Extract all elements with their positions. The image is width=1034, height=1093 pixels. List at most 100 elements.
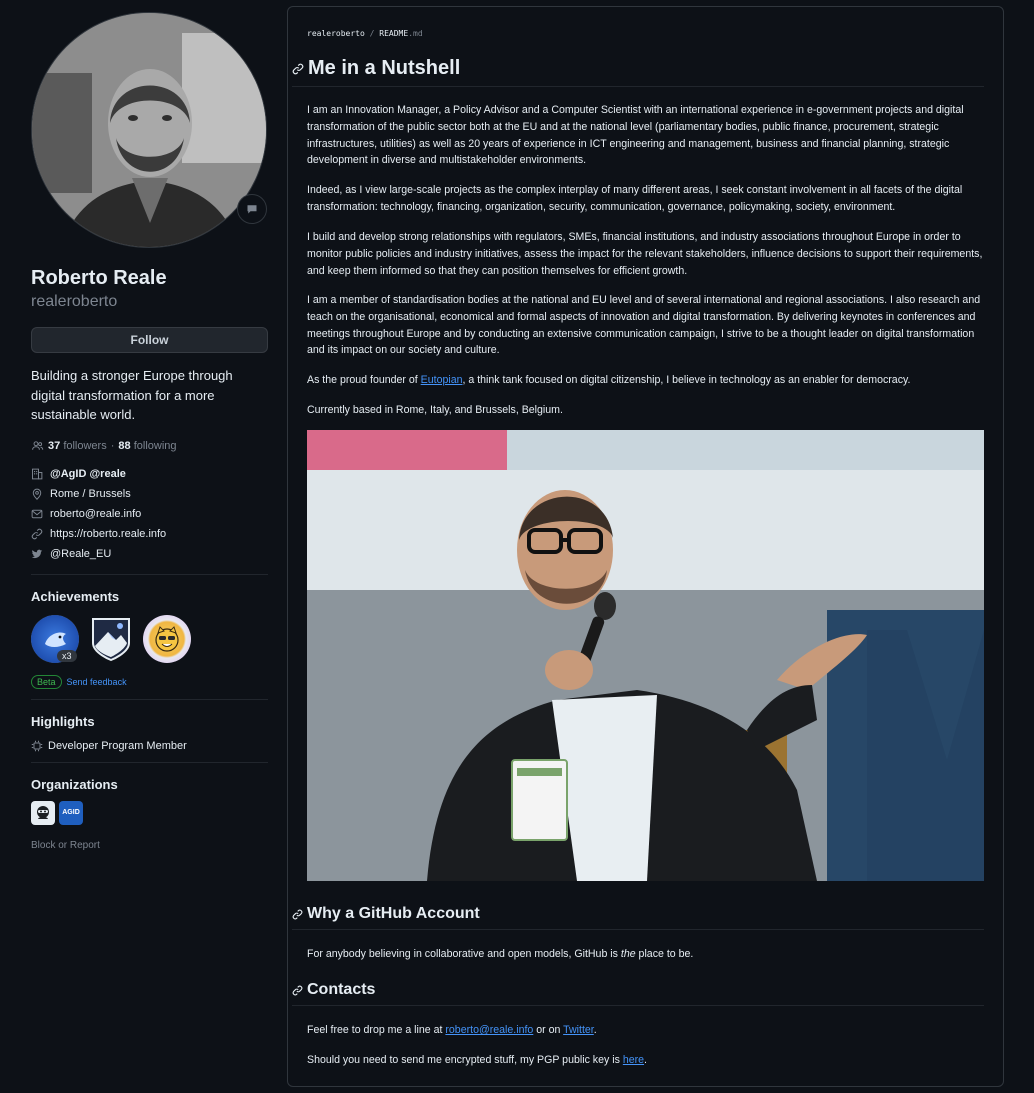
avatar-photo — [32, 13, 266, 247]
anchor-link-icon[interactable] — [292, 985, 303, 996]
people-icon — [32, 440, 44, 450]
heading-text: Why a GitHub Account — [307, 905, 480, 922]
paragraph-interplay: Indeed, as I view large-scale projects a… — [307, 184, 963, 213]
section-github: Why a GitHub Account — [292, 905, 984, 930]
following-count: 88 — [118, 439, 131, 452]
github-text-after: place to be. — [635, 948, 694, 960]
speech-bubble-icon — [247, 205, 257, 214]
github-text-emphasis: the — [620, 948, 636, 960]
breadcrumb-user[interactable]: realeroberto — [307, 29, 365, 38]
profile-login: realeroberto — [31, 293, 118, 310]
highlight-label: Developer Program Member — [48, 739, 187, 752]
mountain-shield-icon — [92, 617, 130, 661]
pull-shark-badge[interactable]: x3 — [31, 614, 79, 663]
beta-row: Beta Send feedback — [31, 674, 268, 689]
profile-sidebar: Roberto Reale realeroberto Follow Buildi… — [31, 12, 268, 851]
follow-button[interactable]: Follow — [31, 327, 268, 353]
email-row: roberto@reale.info — [31, 504, 268, 524]
highlight-item: Developer Program Member — [31, 740, 268, 752]
breadcrumb-file[interactable]: README — [379, 29, 408, 38]
yolo-badge[interactable] — [143, 614, 191, 663]
heading-text: Me in a Nutshell — [308, 57, 461, 79]
heading-me-in-a-nutshell: Me in a Nutshell — [292, 57, 984, 87]
company-text[interactable]: @AgID @reale — [50, 468, 126, 480]
anchor-link-icon[interactable] — [292, 909, 303, 920]
set-status-button[interactable] — [237, 194, 267, 224]
paragraph-standardisation: I am a member of standardisation bodies … — [307, 294, 981, 357]
profile-name: Roberto Reale — [31, 267, 167, 289]
heading-why-github: Why a GitHub Account — [292, 905, 984, 930]
contact-text-end: . — [593, 1024, 597, 1036]
achievements-title[interactable]: Achievements — [31, 589, 268, 605]
divider — [31, 573, 268, 575]
twitter-link[interactable]: @Reale_EU — [50, 548, 111, 560]
avatar-container — [31, 12, 267, 248]
github-text-before: For anybody believing in collaborative a… — [307, 948, 621, 960]
twitter-row: @Reale_EU — [31, 544, 268, 564]
location-pin-icon — [31, 488, 43, 500]
paragraph-pgp: Should you need to send me encrypted stu… — [307, 1052, 985, 1069]
pgp-text-end: . — [644, 1054, 647, 1066]
paragraph-contact: Feel free to drop me a line at roberto@r… — [307, 1022, 985, 1039]
following-link[interactable]: 88 following — [118, 440, 176, 452]
paragraph-github: For anybody believing in collaborative a… — [307, 946, 985, 963]
contact-text-mid: or on — [533, 1024, 564, 1036]
highlights-title: Highlights — [31, 713, 95, 729]
twitter-bird-icon — [31, 548, 43, 560]
org-avatar-agid[interactable]: AGID — [59, 800, 83, 825]
paragraph-founder: As the proud founder of Eutopian, a thin… — [307, 372, 985, 389]
badge-count: x3 — [57, 649, 77, 662]
location-row: Rome / Brussels — [31, 484, 268, 504]
organizations-list: AGID — [31, 800, 268, 825]
breadcrumb-ext: .md — [408, 29, 423, 38]
website-row: https://roberto.reale.info — [31, 524, 268, 544]
followers-count: 37 — [48, 439, 61, 452]
readme-panel: realeroberto / README.md Me in a Nutshel… — [287, 6, 1004, 1087]
organizations-title: Organizations — [31, 776, 118, 792]
location-text: Rome / Brussels — [50, 487, 131, 500]
followers-link[interactable]: 37 followers — [48, 440, 107, 452]
profile-details: @AgID @reale Rome / Brussels roberto@rea… — [31, 464, 268, 564]
cat-face-icon — [155, 625, 179, 652]
speaker-photo — [307, 430, 984, 881]
paragraph-intro: I am an Innovation Manager, a Policy Adv… — [307, 104, 964, 167]
pgp-key-link[interactable]: here — [623, 1054, 644, 1066]
arctic-code-vault-badge[interactable] — [87, 615, 135, 663]
readme-breadcrumb: realeroberto / README.md — [307, 29, 423, 38]
paragraph-relationships: I build and develop strong relationships… — [307, 231, 983, 277]
speaker-image — [307, 430, 984, 881]
link-icon — [31, 528, 43, 540]
website-link[interactable]: https://roberto.reale.info — [50, 528, 166, 540]
organization-icon — [31, 468, 43, 480]
contact-email-link[interactable]: roberto@reale.info — [445, 1024, 533, 1036]
paragraph-based: Currently based in Rome, Italy, and Brus… — [307, 404, 563, 416]
mail-icon — [31, 508, 43, 520]
followers-label: followers — [63, 439, 107, 452]
pgp-text-before: Should you need to send me encrypted stu… — [307, 1054, 623, 1066]
profile-bio: Building a stronger Europe through digit… — [31, 368, 233, 422]
block-report-link[interactable]: Block or Report — [31, 840, 268, 851]
send-feedback-link[interactable]: Send feedback — [67, 677, 127, 687]
org-avatar-reale[interactable] — [31, 800, 55, 825]
octocat-icon — [37, 805, 49, 819]
following-label: following — [133, 439, 177, 452]
heading-contacts: Contacts — [292, 981, 984, 1006]
anchor-link-icon[interactable] — [292, 63, 304, 75]
founder-text-before: As the proud founder of — [307, 374, 421, 386]
founder-text-after: , a think tank focused on digital citize… — [462, 374, 911, 386]
heading-text: Contacts — [307, 981, 376, 998]
divider — [31, 761, 268, 763]
eutopian-link[interactable]: Eutopian — [421, 374, 463, 386]
breadcrumb-separator: / — [369, 29, 375, 38]
avatar[interactable] — [31, 12, 267, 248]
beta-label: Beta — [31, 674, 62, 689]
follow-stats: 37 followers · 88 following — [31, 440, 268, 452]
email-link[interactable]: roberto@reale.info — [50, 508, 141, 520]
achievements-list: x3 — [31, 614, 268, 663]
contact-twitter-link[interactable]: Twitter — [563, 1024, 594, 1036]
company-row: @AgID @reale — [31, 464, 268, 484]
contact-text-before: Feel free to drop me a line at — [307, 1024, 446, 1036]
stats-separator: · — [110, 439, 115, 452]
divider — [31, 698, 268, 700]
cpu-icon — [31, 740, 43, 751]
